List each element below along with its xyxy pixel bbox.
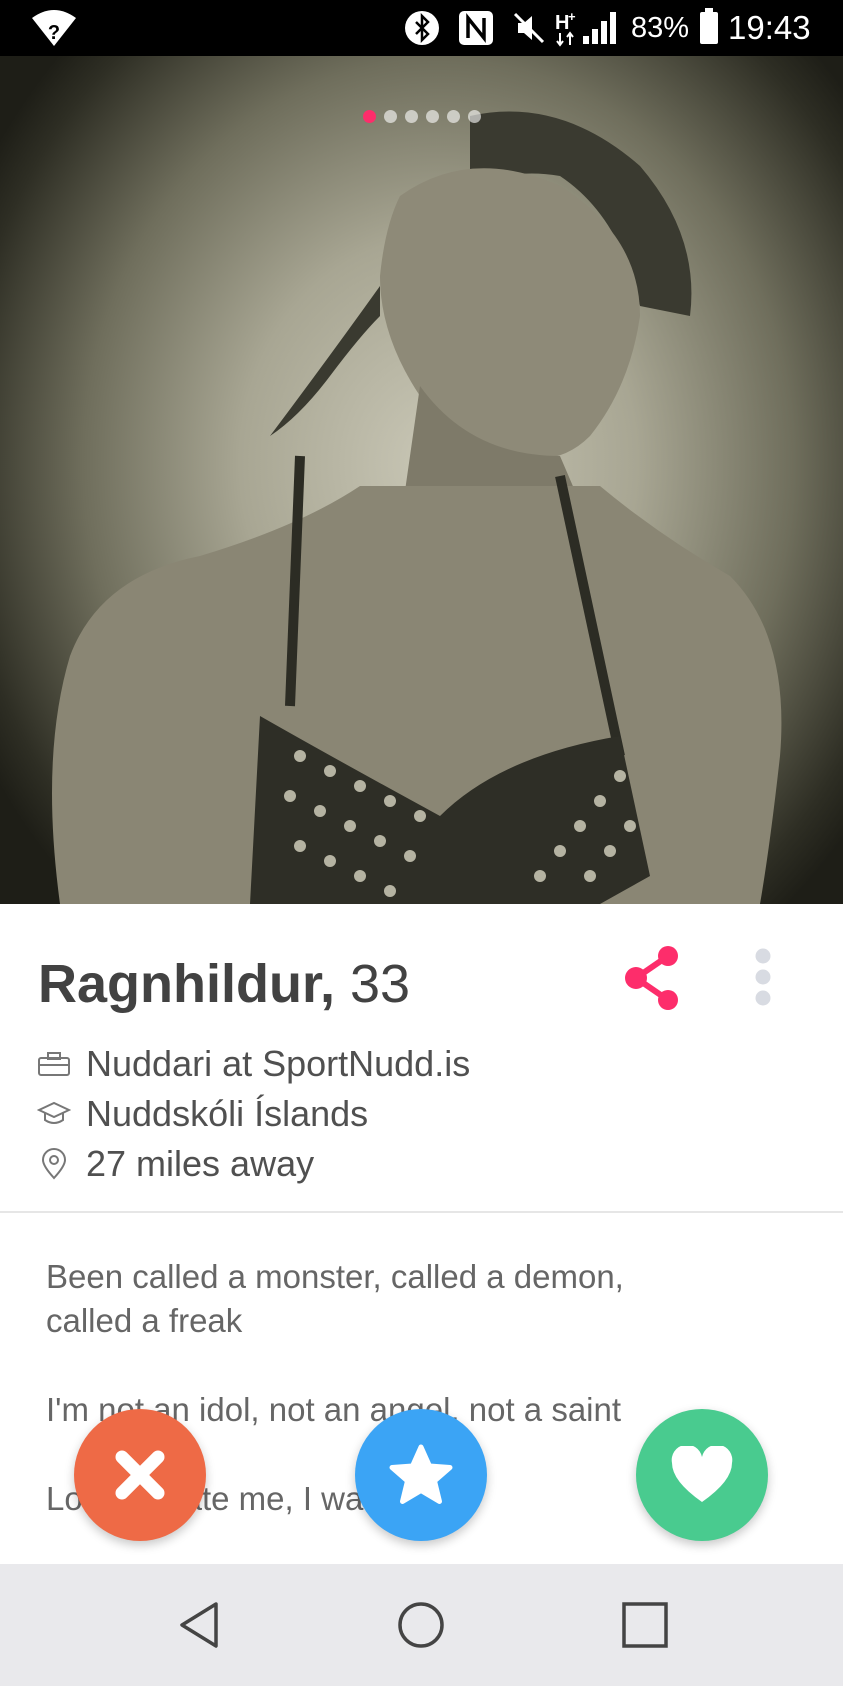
nope-button[interactable]	[74, 1409, 206, 1541]
more-options-button[interactable]	[748, 946, 778, 1012]
recents-icon	[622, 1602, 668, 1648]
nfc-icon	[458, 0, 494, 56]
battery-icon	[700, 0, 718, 56]
back-icon	[180, 1602, 218, 1648]
profile-name: Ragnhildur,	[38, 954, 335, 1014]
photo-pager-dot[interactable]	[362, 110, 376, 123]
distance-row: 27 miles away	[36, 1142, 314, 1186]
close-icon	[115, 1450, 165, 1500]
cell-signal-icon	[582, 0, 620, 56]
photo-pager-dot[interactable]	[383, 110, 397, 123]
school-text: Nuddskóli Íslands	[86, 1093, 369, 1134]
mute-icon	[512, 0, 546, 56]
clock: 19:43	[728, 9, 811, 46]
share-button[interactable]	[622, 944, 684, 1012]
location-pin-icon	[36, 1146, 72, 1182]
h-plus-signal-icon: H +	[553, 0, 579, 56]
school-row: Nuddskóli Íslands	[36, 1092, 368, 1136]
home-button[interactable]	[361, 1564, 481, 1686]
system-nav-bar	[0, 1564, 843, 1686]
status-bar: ? H + 83% 19:43	[0, 0, 843, 56]
profile-info: Ragnhildur, 33 Nuddari at SportNudd.is N…	[0, 904, 843, 1212]
more-vertical-icon	[755, 948, 771, 1006]
photo-pager-dot[interactable]	[404, 110, 418, 123]
share-icon	[625, 946, 678, 1010]
briefcase-icon	[36, 1046, 72, 1082]
profile-photo-image	[52, 111, 782, 904]
distance-text: 27 miles away	[86, 1143, 315, 1184]
svg-text:?: ?	[48, 22, 60, 44]
job-row: Nuddari at SportNudd.is	[36, 1042, 470, 1086]
battery-percent: 83%	[631, 11, 690, 44]
star-icon	[389, 1444, 453, 1504]
wifi-unknown-icon: ?	[30, 0, 78, 56]
super-like-button[interactable]	[355, 1409, 487, 1541]
profile-name-age: Ragnhildur, 33	[38, 953, 410, 1015]
back-button[interactable]	[140, 1564, 260, 1686]
photo-pager[interactable]	[0, 110, 843, 123]
home-icon	[398, 1602, 444, 1648]
heart-icon	[671, 1446, 733, 1502]
svg-text:+: +	[568, 9, 576, 24]
bluetooth-icon	[404, 0, 440, 56]
bio-paragraph: Been called a monster, called a demon, c…	[46, 1258, 624, 1339]
photo-pager-dot[interactable]	[446, 110, 460, 123]
divider	[0, 1211, 843, 1213]
recents-button[interactable]	[585, 1564, 705, 1686]
job-text: Nuddari at SportNudd.is	[86, 1043, 471, 1084]
profile-photo[interactable]	[0, 56, 843, 904]
graduation-cap-icon	[36, 1096, 72, 1132]
photo-pager-dot[interactable]	[467, 110, 481, 123]
profile-age: 33	[350, 954, 411, 1014]
like-button[interactable]	[636, 1409, 768, 1541]
photo-pager-dot[interactable]	[425, 110, 439, 123]
